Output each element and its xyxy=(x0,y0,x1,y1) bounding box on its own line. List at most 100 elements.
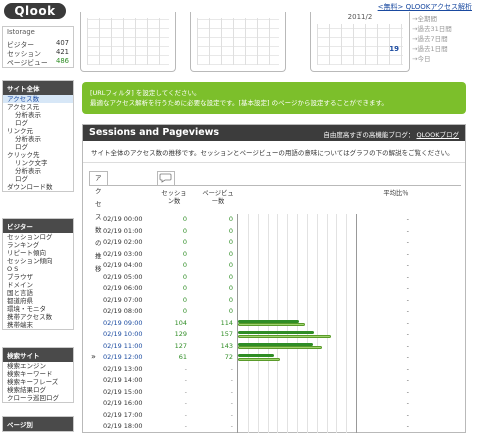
col-ratio-header: 平均比％ xyxy=(383,190,409,197)
quick-link[interactable]: →全期間 xyxy=(412,14,452,24)
row-time: 02/19 17:00 xyxy=(103,410,143,419)
sidebar-item[interactable]: ドメイン xyxy=(3,281,73,289)
sidebar-item[interactable]: セッションログ xyxy=(3,233,73,241)
table-row[interactable]: 02/19 08:00 0 0 - xyxy=(89,306,461,317)
stat-value: 421 xyxy=(56,48,69,56)
row-time: 02/19 18:00 xyxy=(103,422,143,430)
table-row[interactable]: 02/19 11:00 127 143 - xyxy=(89,341,461,352)
table-row[interactable]: 02/19 07:00 0 0 - xyxy=(89,295,461,306)
sidebar-item[interactable]: ログ xyxy=(3,143,73,151)
sidebar-item[interactable]: ログ xyxy=(3,119,73,127)
panel-titlebar: Sessions and Pageviews 自由度高すぎの高機能ブログ： QL… xyxy=(83,125,465,141)
tab-comment[interactable] xyxy=(157,171,175,185)
table-row[interactable]: 02/19 14:00 - - - xyxy=(89,375,461,386)
sidebar-item[interactable]: アクセス数 xyxy=(3,95,73,103)
sidebar-item[interactable]: ブラウザ xyxy=(3,273,73,281)
notice-banner: [URLフィルタ] を設定してください。 最適なアクセス解析を行うために必要な設… xyxy=(82,82,466,114)
row-sessions: 0 xyxy=(182,307,187,315)
sidebar-menu-header[interactable]: サイト全体 xyxy=(3,81,73,95)
table-row[interactable]: 02/19 02:00 0 0 - xyxy=(89,237,461,248)
sidebar-item[interactable]: セッション傾向 xyxy=(3,257,73,265)
top-link[interactable]: <無料> QLOOKアクセス解析 xyxy=(378,2,472,12)
quick-link[interactable]: →過去31日間 xyxy=(412,24,452,34)
quick-link[interactable]: →過去1日間 xyxy=(412,44,452,54)
calendar-current[interactable]: 2011/2 19 xyxy=(310,12,410,72)
sidebar-item[interactable]: ダウンロード数 xyxy=(3,183,73,191)
panel-right-prefix: 自由度高すぎの高機能ブログ： xyxy=(323,131,415,139)
sidebar-item[interactable]: リピート傾向 xyxy=(3,249,73,257)
sidebar-item[interactable]: クリック先 xyxy=(3,151,73,159)
row-pageviews: 0 xyxy=(228,284,233,292)
sidebar-item[interactable]: ランキング xyxy=(3,241,73,249)
sidebar-item[interactable]: リンク文字 xyxy=(3,159,73,167)
table-row[interactable]: 02/19 17:00 - - - xyxy=(89,410,461,421)
table-row[interactable]: 02/19 00:00 0 0 - xyxy=(89,214,461,225)
sidebar-item[interactable]: クローラ巡回ログ xyxy=(3,394,73,402)
row-pageviews: 0 xyxy=(228,295,233,304)
row-pageviews: - xyxy=(230,364,233,373)
table-row[interactable]: 02/19 15:00 - - - xyxy=(89,387,461,398)
row-ratio: - xyxy=(406,399,409,407)
row-time: 02/19 01:00 xyxy=(103,226,143,235)
sidebar-menu-header[interactable]: ページ別 xyxy=(3,417,73,431)
row-time: 02/19 00:00 xyxy=(103,215,143,223)
row-ratio: - xyxy=(406,387,409,396)
page: Qlook <無料> QLOOKアクセス解析 2011/2 19 →全期間 →過去… xyxy=(0,0,480,433)
sidebar-item[interactable]: 分析表示 xyxy=(3,135,73,143)
stats-box: Istorage ビジター 407 セッション 421 ページビュー 486 xyxy=(2,26,74,68)
sidebar-item[interactable]: 検索キーワード xyxy=(3,370,73,378)
sidebar-menu-header[interactable]: ビジター xyxy=(3,219,73,233)
table-row[interactable]: 02/19 13:00 - - - xyxy=(89,364,461,375)
sidebar-item[interactable]: 分析表示 xyxy=(3,167,73,175)
calendar-prev1[interactable] xyxy=(190,12,286,72)
sidebar-item[interactable]: ログ xyxy=(3,175,73,183)
sidebar-menu: ビジター セッションログ ランキング リピート傾向 セッション傾向 O S ブラウザ ドメイン… xyxy=(2,218,74,330)
sidebar-menu: ページ別 xyxy=(2,416,74,432)
panel-blog-link[interactable]: QLOOKブログ xyxy=(416,131,459,139)
row-pageviews: 0 xyxy=(228,226,233,235)
sidebar-item[interactable]: 国と言語 xyxy=(3,289,73,297)
table-row[interactable]: 02/19 09:00 104 114 - xyxy=(89,318,461,329)
table-row[interactable]: » 02/19 12:00 61 72 - xyxy=(89,352,461,363)
row-sessions: - xyxy=(184,399,187,407)
row-pageviews: - xyxy=(230,387,233,396)
table-row[interactable]: 02/19 16:00 - - - xyxy=(89,398,461,409)
quick-link[interactable]: →過去7日間 xyxy=(412,34,452,44)
qlook-logo[interactable]: Qlook xyxy=(4,3,66,19)
table-row[interactable]: 02/19 06:00 0 0 - xyxy=(89,283,461,294)
row-time: 02/19 08:00 xyxy=(103,307,143,315)
row-sessions: 61 xyxy=(178,353,187,361)
table-row[interactable]: 02/19 01:00 0 0 - xyxy=(89,226,461,237)
row-time: 02/19 11:00 xyxy=(103,341,143,350)
row-time: 02/19 12:00 xyxy=(103,353,143,361)
sidebar-item[interactable]: 携帯アクセス数 xyxy=(3,313,73,321)
row-ratio: - xyxy=(406,238,409,246)
table-row[interactable]: 02/19 05:00 0 0 - xyxy=(89,272,461,283)
row-time: 02/19 06:00 xyxy=(103,284,143,292)
sidebar-item[interactable]: 検索結果ログ xyxy=(3,386,73,394)
sidebar-item[interactable]: 分析表示 xyxy=(3,111,73,119)
sidebar-item[interactable]: 環境・モニタ xyxy=(3,305,73,313)
quick-link[interactable]: →今日 xyxy=(412,54,452,64)
row-time: 02/19 05:00 xyxy=(103,272,143,281)
sidebar-item[interactable]: アクセス元 xyxy=(3,103,73,111)
sessions-panel: Sessions and Pageviews 自由度高すぎの高機能ブログ： QL… xyxy=(82,124,466,433)
sidebar-menu-header[interactable]: 検索サイト xyxy=(3,348,73,362)
sidebar-menu: 検索サイト 検索エンジン 検索キーワード 検索キーフレーズ 検索結果ログ クローラ巡回ログ xyxy=(2,347,74,403)
table-row[interactable]: 02/19 03:00 0 0 - xyxy=(89,249,461,260)
sidebar-item[interactable]: 検索エンジン xyxy=(3,362,73,370)
sidebar-item[interactable]: 都道府県 xyxy=(3,297,73,305)
sidebar-item[interactable]: 携帯端末 xyxy=(3,321,73,329)
calendar-prev2[interactable] xyxy=(80,12,176,72)
row-pageviews: 0 xyxy=(228,261,233,269)
table-row[interactable]: 02/19 10:00 129 157 - xyxy=(89,329,461,340)
table-row[interactable]: 02/19 04:00 0 0 - xyxy=(89,260,461,271)
stat-label: ページビュー xyxy=(7,59,48,67)
sidebar-item[interactable]: O S xyxy=(3,265,73,273)
table-row[interactable]: 02/19 18:00 - - - xyxy=(89,421,461,432)
tab-access-trend[interactable]: アクセス数の推移 xyxy=(89,171,108,273)
calendar-highlight-day[interactable]: 19 xyxy=(389,45,399,53)
sidebar-item[interactable]: リンク元 xyxy=(3,127,73,135)
sidebar-item[interactable]: 検索キーフレーズ xyxy=(3,378,73,386)
col-sessions-header: セッション数 xyxy=(161,190,187,205)
